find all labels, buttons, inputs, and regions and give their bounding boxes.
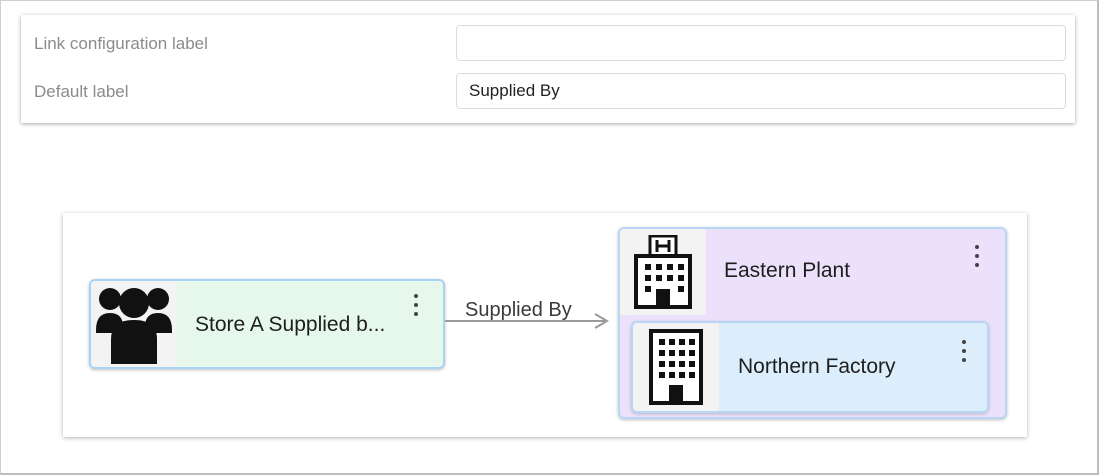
northern-factory-menu-icon[interactable] <box>959 340 969 362</box>
store-node-label: Store A Supplied b... <box>195 313 386 336</box>
link-config-input[interactable] <box>456 25 1066 61</box>
store-node[interactable]: Store A Supplied b... <box>89 279 445 369</box>
store-node-icon-box <box>91 281 177 367</box>
northern-factory-label: Northern Factory <box>738 355 896 378</box>
edge-arrow[interactable] <box>445 311 611 331</box>
eastern-plant-icon-box <box>620 229 706 315</box>
link-config-label: Link configuration label <box>34 34 208 53</box>
link-properties-panel: Link configuration label Default label <box>21 15 1075 123</box>
eastern-plant-label: Eastern Plant <box>724 259 851 282</box>
eastern-plant-menu-icon[interactable] <box>972 245 982 267</box>
default-label-label: Default label <box>34 82 129 101</box>
northern-factory-icon-box <box>633 323 719 411</box>
graph-canvas: Store A Supplied b... Supplied By Easter… <box>63 213 1027 437</box>
hospital-building-icon <box>634 235 692 309</box>
office-building-icon <box>649 329 703 405</box>
northern-factory-node[interactable]: Northern Factory <box>631 321 989 413</box>
store-node-menu-icon[interactable] <box>411 294 421 316</box>
people-group-icon <box>96 288 172 364</box>
default-label-input[interactable] <box>456 73 1066 109</box>
default-label-row: Default label <box>21 71 1075 113</box>
link-config-row: Link configuration label <box>21 23 1075 65</box>
window-frame: Link configuration label Default label S <box>0 0 1099 475</box>
